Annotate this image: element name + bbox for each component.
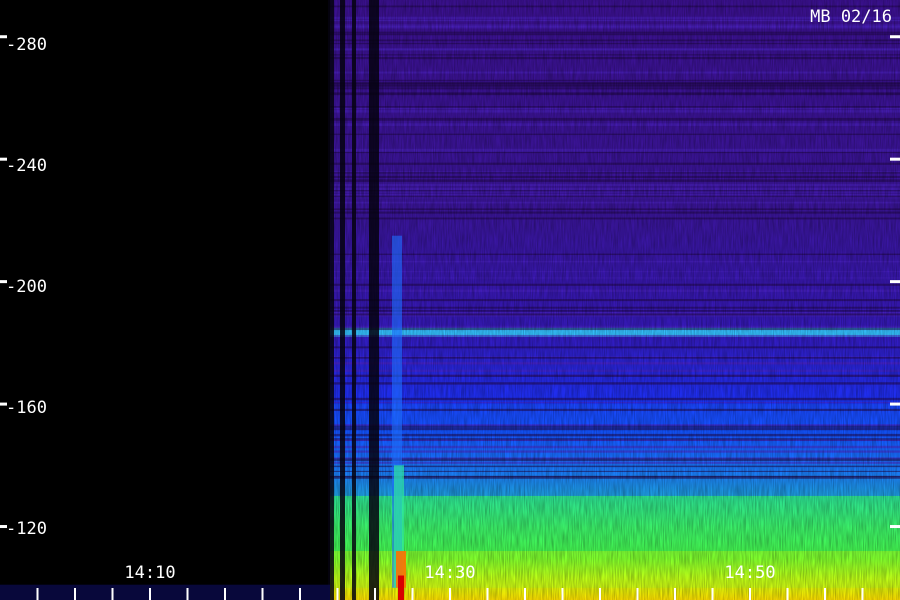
y-tick-right — [890, 157, 900, 161]
x-tick — [449, 588, 451, 600]
x-tick — [149, 588, 151, 600]
dark-stripe — [340, 0, 345, 600]
x-tick — [599, 588, 601, 600]
y-tick-right — [890, 280, 900, 284]
burst-max — [398, 575, 404, 600]
x-tick — [261, 588, 264, 600]
x-tick — [561, 588, 564, 600]
x-tick — [74, 588, 76, 600]
x-tick-label: 14:50 — [724, 563, 775, 583]
x-tick — [374, 588, 376, 600]
x-tick — [299, 588, 301, 600]
y-tick-right — [890, 525, 900, 529]
dark-stripe — [328, 0, 334, 600]
x-tick — [749, 588, 751, 600]
y-tick-label: -120 — [6, 519, 47, 539]
y-tick-label: -200 — [6, 277, 47, 297]
x-tick — [711, 588, 714, 600]
x-tick — [411, 588, 414, 600]
y-tick-right — [890, 35, 900, 39]
x-tick-label: 14:30 — [424, 563, 475, 583]
x-tick — [824, 588, 826, 600]
dark-stripe — [369, 0, 379, 600]
x-tick — [636, 588, 639, 600]
x-tick — [186, 588, 189, 600]
x-tick — [224, 588, 226, 600]
spectrogram-chart: MB 02/16 14:10 14:30 14:50 -280 -240 -20… — [0, 0, 900, 600]
noise-overlay — [330, 0, 900, 600]
y-tick-label: -160 — [6, 398, 47, 418]
noise-floor — [0, 584, 330, 600]
x-tick — [486, 588, 489, 600]
x-tick — [111, 588, 114, 600]
chart-title: MB 02/16 — [810, 7, 892, 27]
y-tick-label: -240 — [6, 156, 47, 176]
dark-stripe — [352, 0, 356, 600]
x-tick — [524, 588, 526, 600]
x-tick — [861, 588, 864, 600]
x-tick-label: 14:10 — [124, 563, 175, 583]
y-tick-right — [890, 402, 900, 406]
x-tick — [336, 588, 339, 600]
y-tick-label: -280 — [6, 35, 47, 55]
x-tick — [674, 588, 676, 600]
x-tick — [36, 588, 39, 600]
x-tick — [786, 588, 789, 600]
